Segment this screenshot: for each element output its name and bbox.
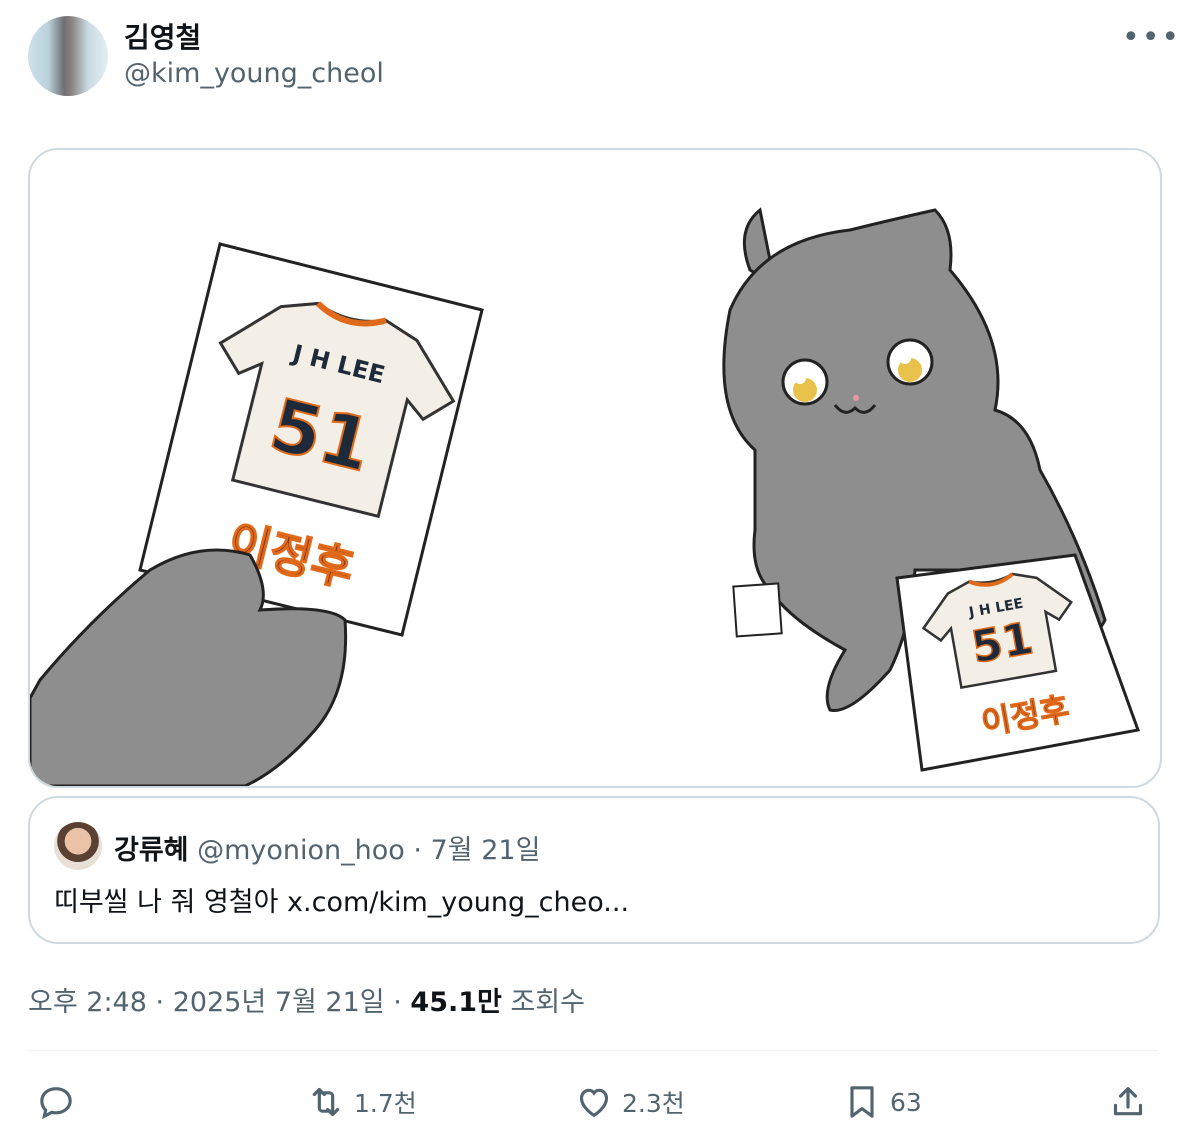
right-jersey-number: 51 <box>968 613 1037 674</box>
quoted-author-name[interactable]: 강류혜 <box>114 835 189 866</box>
like-button[interactable]: 2.3천 <box>574 1078 685 1126</box>
quoted-separator: · <box>413 835 423 866</box>
views-label: 조회수 <box>510 987 585 1018</box>
bookmark-icon <box>850 1086 874 1118</box>
author-handle[interactable]: @kim_young_cheol <box>124 58 384 89</box>
author-avatar[interactable] <box>28 16 108 96</box>
tweet-time[interactable]: 오후 2:48 <box>28 987 147 1018</box>
quoted-text: 띠부씰 나 줘 영철아 x.com/kim_young_cheo... <box>54 887 630 918</box>
retweet-button[interactable]: 1.7천 <box>306 1078 417 1126</box>
reply-button[interactable] <box>36 1078 84 1126</box>
meta-separator: · <box>393 987 402 1018</box>
retweet-icon <box>312 1087 340 1117</box>
bookmark-count: 63 <box>890 1087 922 1117</box>
right-card: J H LEE 51 이정후 <box>895 553 1141 772</box>
share-icon <box>1113 1087 1143 1116</box>
illustration: J H LEE 51 이정후 J H LEE 51 이정후 <box>30 207 1141 786</box>
action-bar: 1.7천 2.3천 63 <box>0 1078 1186 1126</box>
author-name[interactable]: 김영철 <box>124 16 201 56</box>
share-button[interactable] <box>1108 1078 1148 1126</box>
retweet-count: 1.7천 <box>354 1089 417 1118</box>
divider <box>28 1050 1158 1051</box>
tweet-media-image[interactable]: J H LEE 51 이정후 J H LEE 51 이정후 <box>28 148 1162 788</box>
meta-separator: · <box>155 987 165 1018</box>
reply-icon <box>40 1087 72 1120</box>
bookmark-button[interactable]: 63 <box>842 1078 922 1126</box>
tweet-metadata: 오후 2:48 · 2025년 7월 21일 · 45.1만 조회수 <box>28 980 585 1019</box>
quoted-tweet[interactable]: 강류혜 @myonion_hoo · 7월 21일 띠부씰 나 줘 영철아 x.… <box>28 796 1160 944</box>
heart-icon <box>579 1088 609 1118</box>
quoted-author-handle[interactable]: @myonion_hoo <box>197 835 405 866</box>
quoted-author-avatar[interactable] <box>54 822 102 870</box>
tweet-date[interactable]: 2025년 7월 21일 <box>173 987 385 1018</box>
views-count: 45.1만 <box>410 987 502 1018</box>
like-count: 2.3천 <box>622 1089 685 1118</box>
quoted-date[interactable]: 7월 21일 <box>431 835 541 866</box>
more-options-icon[interactable]: ••• <box>1122 20 1181 55</box>
